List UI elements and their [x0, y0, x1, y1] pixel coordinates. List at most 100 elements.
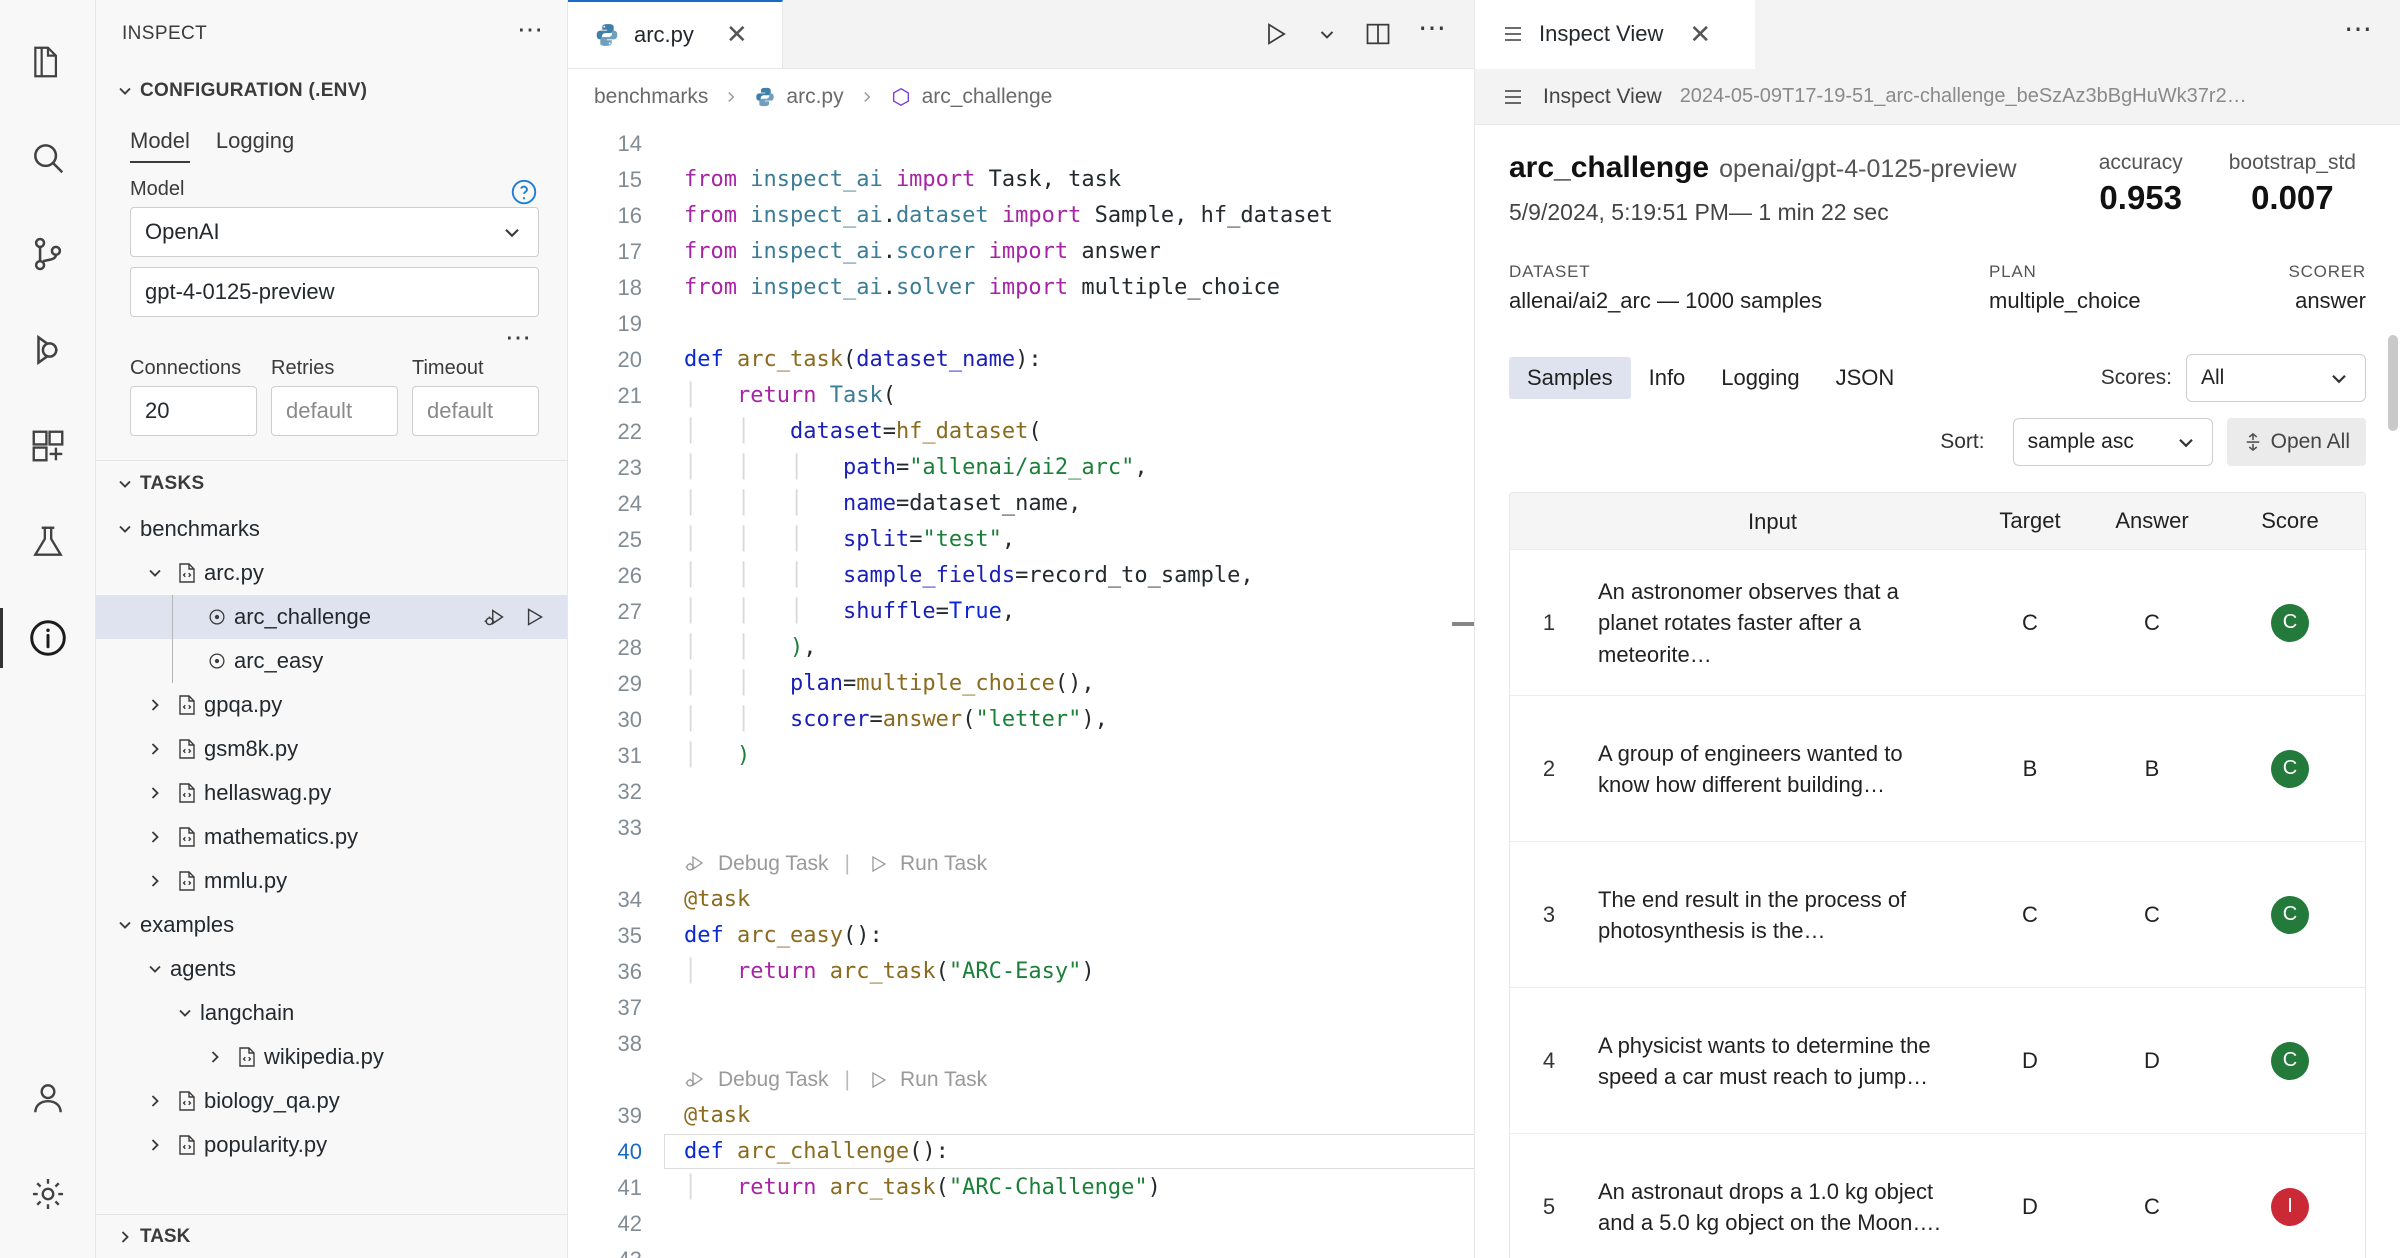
sort-select[interactable]: sample asc: [2012, 418, 2213, 467]
code-line[interactable]: 33: [568, 810, 1474, 846]
settings-gear-icon[interactable]: [0, 1146, 96, 1242]
panel-more-icon[interactable]: ⋯: [2318, 0, 2400, 69]
code-line[interactable]: 38: [568, 1026, 1474, 1062]
inspect-icon[interactable]: [0, 590, 96, 686]
table-row[interactable]: 4 A physicist wants to determine the spee…: [1510, 987, 2365, 1133]
tab-logging[interactable]: Logging: [216, 128, 294, 163]
code-line[interactable]: 40 def arc_challenge():: [568, 1134, 1474, 1170]
code-line[interactable]: 22 │ │ dataset=hf_dataset(: [568, 414, 1474, 450]
editor-scrollbar[interactable]: [1452, 622, 1474, 626]
breadcrumb-item-folder[interactable]: benchmarks: [594, 85, 708, 109]
config-more-icon[interactable]: ⋯: [130, 317, 539, 350]
code-line[interactable]: 39 @task: [568, 1098, 1474, 1134]
table-row[interactable]: 3 The end result in the process of photos…: [1510, 841, 2365, 987]
breadcrumb-item-symbol[interactable]: arc_challenge: [922, 85, 1053, 109]
panel-logfile-name[interactable]: 2024-05-09T17-19-51_arc-challenge_beSzAz…: [1680, 85, 2247, 108]
table-row[interactable]: 1 An astronomer observes that a planet ro…: [1510, 549, 2365, 695]
tree-item-mmlu-py[interactable]: mmlu.py: [96, 859, 567, 903]
breadcrumb-item-file[interactable]: arc.py: [786, 85, 843, 109]
code-line[interactable]: 17 from inspect_ai.scorer import answer: [568, 234, 1474, 270]
debug-task-label[interactable]: Debug Task: [718, 1068, 829, 1092]
code-line[interactable]: 36 │ return arc_task("ARC-Easy"): [568, 954, 1474, 990]
code-editor[interactable]: 14 15 from inspect_ai import Task, task 16 f…: [568, 126, 1474, 1258]
table-row[interactable]: 2 A group of engineers wanted to know how…: [1510, 695, 2365, 841]
code-line[interactable]: 24 │ │ │ name=dataset_name,: [568, 486, 1474, 522]
tree-item-biology-qa-py[interactable]: biology_qa.py: [96, 1079, 567, 1123]
debug-task-label[interactable]: Debug Task: [718, 852, 829, 876]
run-task-codelens-icon[interactable]: [866, 852, 890, 876]
panel-scrollbar[interactable]: [2388, 335, 2398, 432]
run-debug-icon[interactable]: [0, 302, 96, 398]
code-line[interactable]: 25 │ │ │ split="test",: [568, 522, 1474, 558]
code-line[interactable]: 15 from inspect_ai import Task, task: [568, 162, 1474, 198]
tab-model[interactable]: Model: [130, 128, 190, 163]
source-control-icon[interactable]: [0, 206, 96, 302]
code-line[interactable]: 26 │ │ │ sample_fields=record_to_sample,: [568, 558, 1474, 594]
retries-input[interactable]: default: [271, 386, 398, 436]
tree-item-hellaswag-py[interactable]: hellaswag.py: [96, 771, 567, 815]
code-line[interactable]: 43: [568, 1242, 1474, 1258]
code-line[interactable]: 14: [568, 126, 1474, 162]
accounts-icon[interactable]: [0, 1050, 96, 1146]
tree-item-mathematics-py[interactable]: mathematics.py: [96, 815, 567, 859]
tree-item-langchain[interactable]: langchain: [96, 991, 567, 1035]
timeout-input[interactable]: default: [412, 386, 539, 436]
configuration-section-header[interactable]: CONFIGURATION (.ENV): [96, 68, 567, 114]
run-task-label[interactable]: Run Task: [900, 852, 987, 876]
tab-logging[interactable]: Logging: [1703, 357, 1817, 399]
tree-item-arc-challenge[interactable]: arc_challenge: [96, 595, 567, 639]
tree-item-gpqa-py[interactable]: gpqa.py: [96, 683, 567, 727]
tree-item-arc-py[interactable]: arc.py: [96, 551, 567, 595]
tree-item-agents[interactable]: agents: [96, 947, 567, 991]
panel-tab-inspect-view[interactable]: Inspect View ✕: [1475, 0, 1755, 69]
run-task-icon[interactable]: [521, 604, 547, 630]
debug-task-codelens-icon[interactable]: [684, 852, 708, 876]
code-line[interactable]: 32: [568, 774, 1474, 810]
code-line[interactable]: 42: [568, 1206, 1474, 1242]
tasks-section-header[interactable]: TASKS: [96, 461, 567, 507]
code-line[interactable]: 16 from inspect_ai.dataset import Sample,…: [568, 198, 1474, 234]
tab-info[interactable]: Info: [1631, 357, 1704, 399]
close-icon[interactable]: ✕: [1689, 19, 1711, 50]
tree-item-examples[interactable]: examples: [96, 903, 567, 947]
connections-input[interactable]: 20: [130, 386, 257, 436]
tree-item-arc-easy[interactable]: arc_easy: [96, 639, 567, 683]
tree-item-wikipedia-py[interactable]: wikipedia.py: [96, 1035, 567, 1079]
tree-item-gsm8k-py[interactable]: gsm8k.py: [96, 727, 567, 771]
editor-more-icon[interactable]: ⋯: [1418, 11, 1448, 56]
task-section-header[interactable]: TASK: [96, 1214, 567, 1258]
debug-task-icon[interactable]: [483, 604, 509, 630]
code-line[interactable]: 27 │ │ │ shuffle=True,: [568, 594, 1474, 630]
code-line[interactable]: 31 │ ): [568, 738, 1474, 774]
code-line[interactable]: 18 from inspect_ai.solver import multiple…: [568, 270, 1474, 306]
explorer-icon[interactable]: [0, 14, 96, 110]
code-line[interactable]: 35 def arc_easy():: [568, 918, 1474, 954]
code-line[interactable]: 37: [568, 990, 1474, 1026]
tree-item-benchmarks[interactable]: benchmarks: [96, 507, 567, 551]
run-task-label[interactable]: Run Task: [900, 1068, 987, 1092]
split-editor-icon[interactable]: [1364, 20, 1392, 48]
close-icon[interactable]: ✕: [726, 19, 748, 50]
tree-item-popularity-py[interactable]: popularity.py: [96, 1123, 567, 1167]
code-line[interactable]: 23 │ │ │ path="allenai/ai2_arc",: [568, 450, 1474, 486]
scores-filter-select[interactable]: All: [2186, 354, 2366, 403]
sidebar-more-icon[interactable]: ⋯: [517, 16, 545, 52]
code-line[interactable]: 29 │ │ plan=multiple_choice(),: [568, 666, 1474, 702]
run-task-codelens-icon[interactable]: [866, 1068, 890, 1092]
code-line[interactable]: 34 @task: [568, 882, 1474, 918]
tab-samples[interactable]: Samples: [1509, 357, 1631, 400]
model-name-input[interactable]: gpt-4-0125-preview: [130, 267, 539, 317]
search-icon[interactable]: [0, 110, 96, 206]
open-all-button[interactable]: Open All: [2226, 418, 2366, 467]
run-icon[interactable]: [1262, 20, 1290, 48]
extensions-icon[interactable]: [0, 398, 96, 494]
chevron-down-icon[interactable]: [1316, 23, 1338, 45]
code-line[interactable]: 19: [568, 306, 1474, 342]
debug-task-codelens-icon[interactable]: [684, 1068, 708, 1092]
code-line[interactable]: 41 │ return arc_task("ARC-Challenge"): [568, 1170, 1474, 1206]
code-line[interactable]: 20 def arc_task(dataset_name):: [568, 342, 1474, 378]
table-row[interactable]: 5 An astronaut drops a 1.0 kg object and …: [1510, 1133, 2365, 1258]
testing-icon[interactable]: [0, 494, 96, 590]
tab-json[interactable]: JSON: [1818, 357, 1913, 399]
code-line[interactable]: 30 │ │ scorer=answer("letter"),: [568, 702, 1474, 738]
